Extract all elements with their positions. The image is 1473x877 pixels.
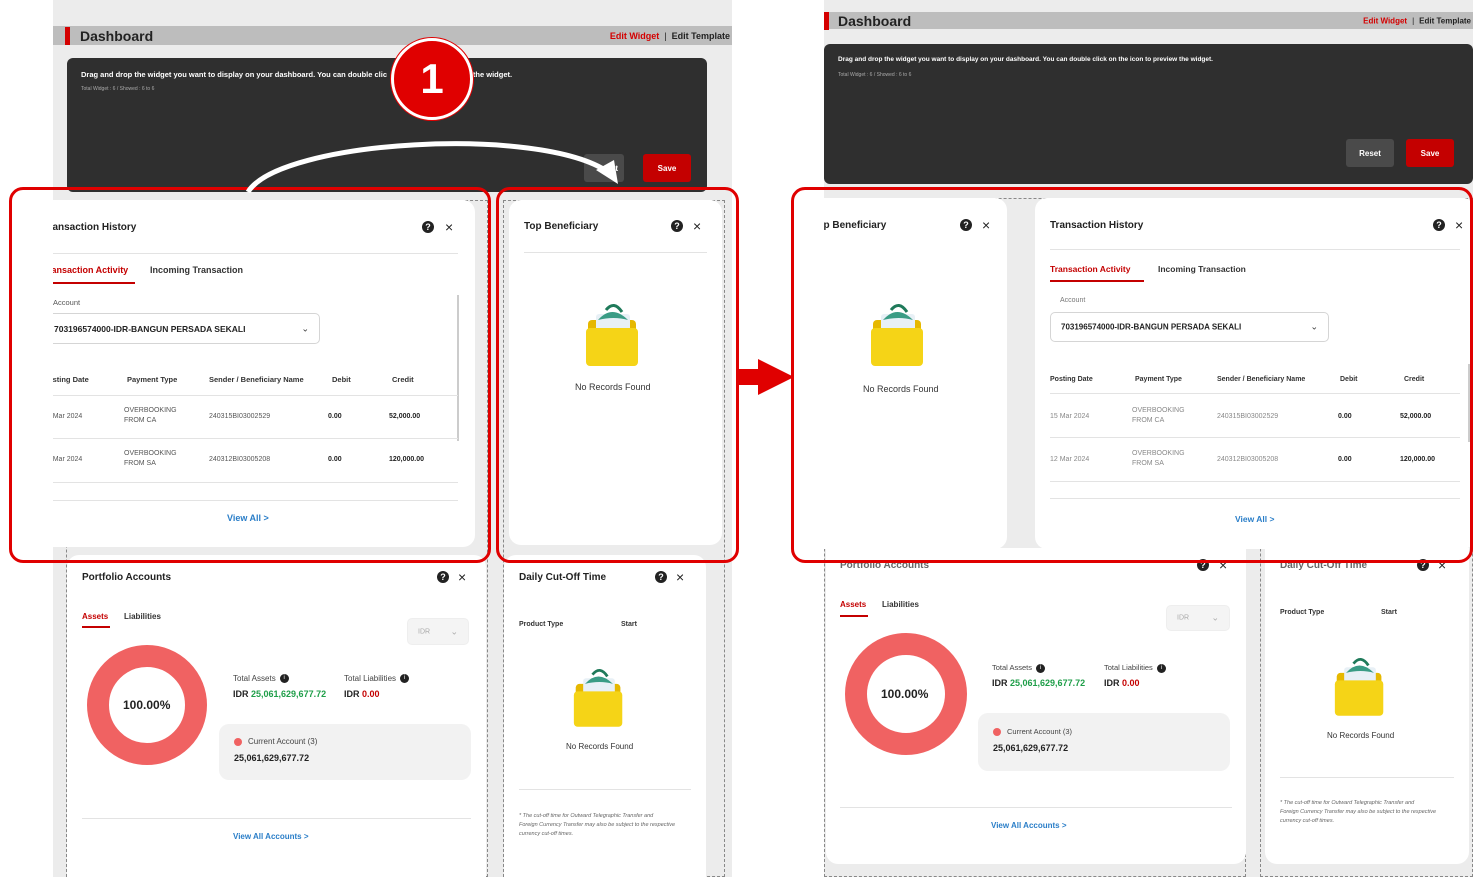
info-icon[interactable]: i	[1036, 663, 1046, 673]
col-start: Start	[1381, 609, 1397, 616]
edit-widget-panel: Drag and drop the widget you want to dis…	[824, 44, 1473, 184]
note-line: Foreign Currency Transfer may also be su…	[519, 822, 676, 828]
note-line: Foreign Currency Transfer may also be su…	[1280, 809, 1437, 815]
tab-assets[interactable]: Assets	[82, 612, 108, 621]
header-accent-bar	[824, 11, 829, 30]
current-account-value: 25,061,629,677.72	[993, 743, 1069, 753]
help-icon[interactable]: ?	[437, 571, 449, 583]
arrow-right-icon	[738, 357, 794, 395]
current-account-label: Current Account (3)	[234, 737, 317, 746]
total-assets-label: Total Assets i	[992, 663, 1046, 673]
chevron-down-icon: ⌄	[1211, 612, 1219, 623]
widget-count: Total Widget : 6 / Showed : 6 to 6	[81, 86, 155, 92]
header-links: Edit Widget | Edit Template	[609, 30, 730, 41]
total-assets-value: IDR 25,061,629,677.72	[992, 678, 1086, 688]
col-start: Start	[621, 621, 637, 628]
instruction-text: Drag and drop the widget you want to dis…	[838, 56, 1213, 63]
view-all-accounts-link[interactable]: View All Accounts >	[233, 832, 309, 841]
edit-widget-link[interactable]: Edit Widget	[1363, 16, 1407, 25]
divider	[82, 818, 471, 819]
tab-liabilities[interactable]: Liabilities	[124, 612, 161, 621]
edit-template-link[interactable]: Edit Template	[672, 31, 730, 41]
active-tab-underline	[840, 615, 868, 617]
current-account-value: 25,061,629,677.72	[234, 753, 310, 763]
highlight-frame	[496, 187, 739, 563]
current-account-label: Current Account (3)	[993, 727, 1072, 737]
total-liabilities-label: Total Liabilities i	[344, 674, 410, 684]
no-records-text: No Records Found	[1327, 731, 1395, 740]
widget-title: Portfolio Accounts	[82, 572, 172, 583]
view-all-accounts-link[interactable]: View All Accounts >	[991, 821, 1067, 830]
currency-value: IDR	[1177, 614, 1190, 622]
header-accent-bar	[65, 26, 70, 45]
tab-liabilities[interactable]: Liabilities	[882, 600, 919, 609]
note-line: * The cut-off time for Outward Telegraph…	[519, 813, 654, 819]
currency-value: IDR	[418, 628, 431, 635]
save-button[interactable]: Save	[1406, 139, 1454, 167]
portfolio-accounts-widget[interactable]: Portfolio Accounts ? × Assets Liabilitie…	[826, 548, 1246, 864]
info-icon[interactable]: i	[1156, 663, 1166, 673]
highlight-frame	[9, 187, 491, 563]
col-product-type: Product Type	[1280, 609, 1325, 616]
donut-label: 100.00%	[881, 687, 929, 701]
daily-cutoff-widget[interactable]: Daily Cut-Off Time ? × Product Type Star…	[504, 555, 706, 877]
no-records-text: No Records Found	[566, 742, 634, 751]
folder-icon	[1333, 652, 1387, 718]
current-account-card[interactable]: Current Account (3) 25,061,629,677.72	[219, 724, 471, 780]
daily-cutoff-widget[interactable]: Daily Cut-Off Time ? × Product Type Star…	[1265, 548, 1469, 864]
divider	[1280, 777, 1454, 778]
info-icon[interactable]: i	[279, 674, 289, 684]
total-assets-value: IDR 25,061,629,677.72	[233, 689, 327, 699]
total-liabilities-value: IDR 0.00	[1104, 678, 1140, 688]
tab-assets[interactable]: Assets	[840, 600, 866, 609]
close-icon[interactable]: ×	[676, 570, 684, 584]
divider	[840, 807, 1232, 808]
swap-arrow	[245, 141, 618, 194]
currency-select[interactable]: IDR ⌄	[407, 618, 469, 645]
dashboard-header: Dashboard Edit Widget | Edit Template	[53, 26, 732, 45]
note-line: currency cut-off times.	[1280, 818, 1335, 824]
legend-dot	[234, 737, 242, 746]
total-liabilities-label: Total Liabilities i	[1104, 663, 1166, 673]
help-icon[interactable]: ?	[655, 571, 667, 583]
edit-template-link[interactable]: Edit Template	[1419, 16, 1471, 25]
page-title: Dashboard	[838, 12, 912, 29]
legend-dot	[993, 728, 1001, 737]
step-badge: 1	[391, 38, 473, 120]
edit-widget-link[interactable]: Edit Widget	[610, 31, 659, 41]
cutoff-note: * The cut-off time for Outward Telegraph…	[519, 812, 675, 839]
widget-title: Daily Cut-Off Time	[519, 572, 607, 583]
info-icon[interactable]: i	[400, 674, 410, 684]
dashboard-header: Dashboard Edit Widget | Edit Template	[824, 11, 1473, 30]
header-links: Edit Widget | Edit Template	[1363, 16, 1471, 25]
donut-label: 100.00%	[123, 698, 171, 712]
chevron-down-icon: ⌄	[450, 626, 458, 636]
highlight-frame	[791, 187, 1473, 563]
note-line: currency cut-off times.	[519, 831, 574, 837]
portfolio-accounts-widget[interactable]: Portfolio Accounts ? × Assets Liabilitie…	[67, 555, 486, 877]
current-account-card[interactable]: Current Account (3) 25,061,629,677.72	[978, 713, 1230, 771]
active-tab-underline	[82, 626, 110, 628]
reset-button[interactable]: Reset	[1346, 139, 1394, 167]
cutoff-note: * The cut-off time for Outward Telegraph…	[1280, 799, 1436, 826]
close-icon[interactable]: ×	[458, 570, 466, 584]
col-product-type: Product Type	[519, 621, 564, 628]
total-assets-label: Total Assets i	[233, 674, 289, 684]
page-title: Dashboard	[80, 27, 154, 44]
folder-icon	[572, 663, 626, 729]
save-button[interactable]: Save	[643, 154, 691, 182]
total-liabilities-value: IDR 0.00	[344, 689, 380, 699]
divider	[519, 789, 691, 790]
note-line: * The cut-off time for Outward Telegraph…	[1280, 800, 1415, 806]
currency-select[interactable]: IDR ⌄	[1166, 605, 1230, 631]
widget-count: Total Widget : 6 / Showed : 6 to 6	[838, 72, 912, 78]
